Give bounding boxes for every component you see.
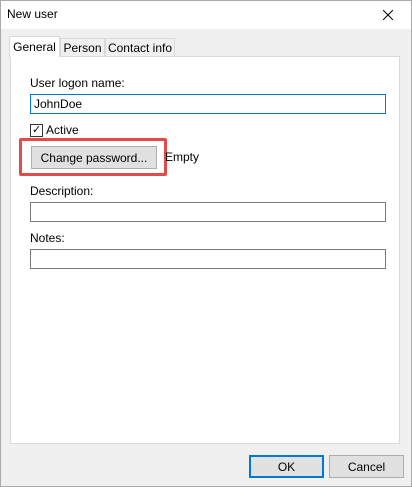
description-input[interactable] [30, 202, 386, 222]
change-password-button[interactable]: Change password... [31, 146, 157, 169]
general-tab-panel: User logon name: ✓ Active Change passwor… [10, 56, 400, 444]
logon-name-input[interactable] [30, 94, 386, 114]
close-icon [383, 10, 393, 20]
window-title: New user [7, 7, 58, 21]
notes-label: Notes: [30, 231, 65, 245]
title-bar: New user [1, 1, 411, 29]
tab-contact-info[interactable]: Contact info [105, 38, 175, 56]
check-icon: ✓ [32, 124, 42, 136]
password-status-text: Empty [165, 150, 200, 164]
tab-general[interactable]: General [9, 36, 60, 57]
cancel-button[interactable]: Cancel [329, 455, 404, 478]
active-checkbox[interactable]: ✓ [30, 124, 43, 137]
active-label: Active [46, 123, 79, 137]
ok-button[interactable]: OK [249, 455, 324, 478]
new-user-dialog: New user General Person Contact info Use… [0, 0, 412, 487]
description-label: Description: [30, 184, 94, 198]
close-button[interactable] [365, 1, 411, 29]
logon-name-label: User logon name: [30, 76, 125, 90]
tab-person[interactable]: Person [60, 38, 105, 56]
notes-input[interactable] [30, 249, 386, 269]
